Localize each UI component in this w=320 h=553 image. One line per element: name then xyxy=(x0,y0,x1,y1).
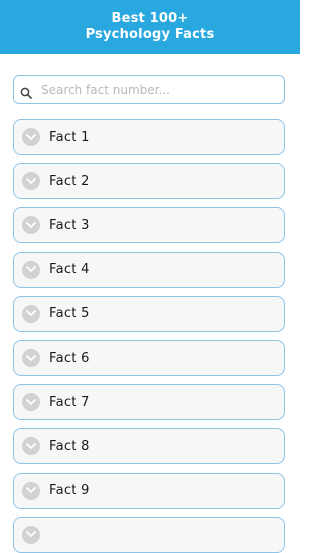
fact-label: Fact 4 xyxy=(49,262,90,278)
chevron-down-icon xyxy=(22,437,40,456)
chevron-down-icon xyxy=(22,216,40,235)
fact-item[interactable]: Fact 3 xyxy=(13,207,285,244)
fact-item[interactable] xyxy=(13,516,285,553)
header-title-line1: Best 100+ xyxy=(111,11,189,26)
chevron-down-icon xyxy=(22,349,40,367)
fact-item[interactable]: Fact 9 xyxy=(13,472,285,509)
fact-label: Fact 7 xyxy=(49,394,90,410)
fact-item[interactable]: Fact 8 xyxy=(13,428,285,465)
fact-item[interactable]: Fact 4 xyxy=(13,251,285,288)
fact-item[interactable]: Fact 5 xyxy=(13,295,285,332)
fact-label: Fact 3 xyxy=(49,217,90,233)
chevron-down-icon xyxy=(22,525,40,544)
chevron-down-icon xyxy=(22,128,40,146)
fact-item[interactable]: Fact 2 xyxy=(13,163,285,200)
search-input[interactable] xyxy=(41,82,271,97)
fact-label: Fact 5 xyxy=(49,306,90,322)
fact-label: Fact 9 xyxy=(49,483,90,499)
chevron-down-icon xyxy=(22,260,40,279)
search-icon xyxy=(20,84,32,99)
chevron-down-icon xyxy=(22,393,40,412)
fact-item[interactable]: Fact 6 xyxy=(13,340,285,376)
search-bar[interactable] xyxy=(13,75,285,104)
fact-item[interactable]: Fact 1 xyxy=(13,119,285,155)
fact-item[interactable]: Fact 7 xyxy=(13,384,285,421)
chevron-down-icon xyxy=(22,481,40,500)
fact-label: Fact 6 xyxy=(49,350,90,366)
fact-label: Fact 1 xyxy=(49,129,90,145)
header-title-line2: Psychology Facts xyxy=(85,27,215,42)
chevron-down-icon xyxy=(22,172,40,191)
fact-label: Fact 8 xyxy=(49,438,90,454)
app-header: Best 100+ Psychology Facts xyxy=(0,0,300,54)
fact-label: Fact 2 xyxy=(49,173,90,189)
chevron-down-icon xyxy=(22,304,40,323)
